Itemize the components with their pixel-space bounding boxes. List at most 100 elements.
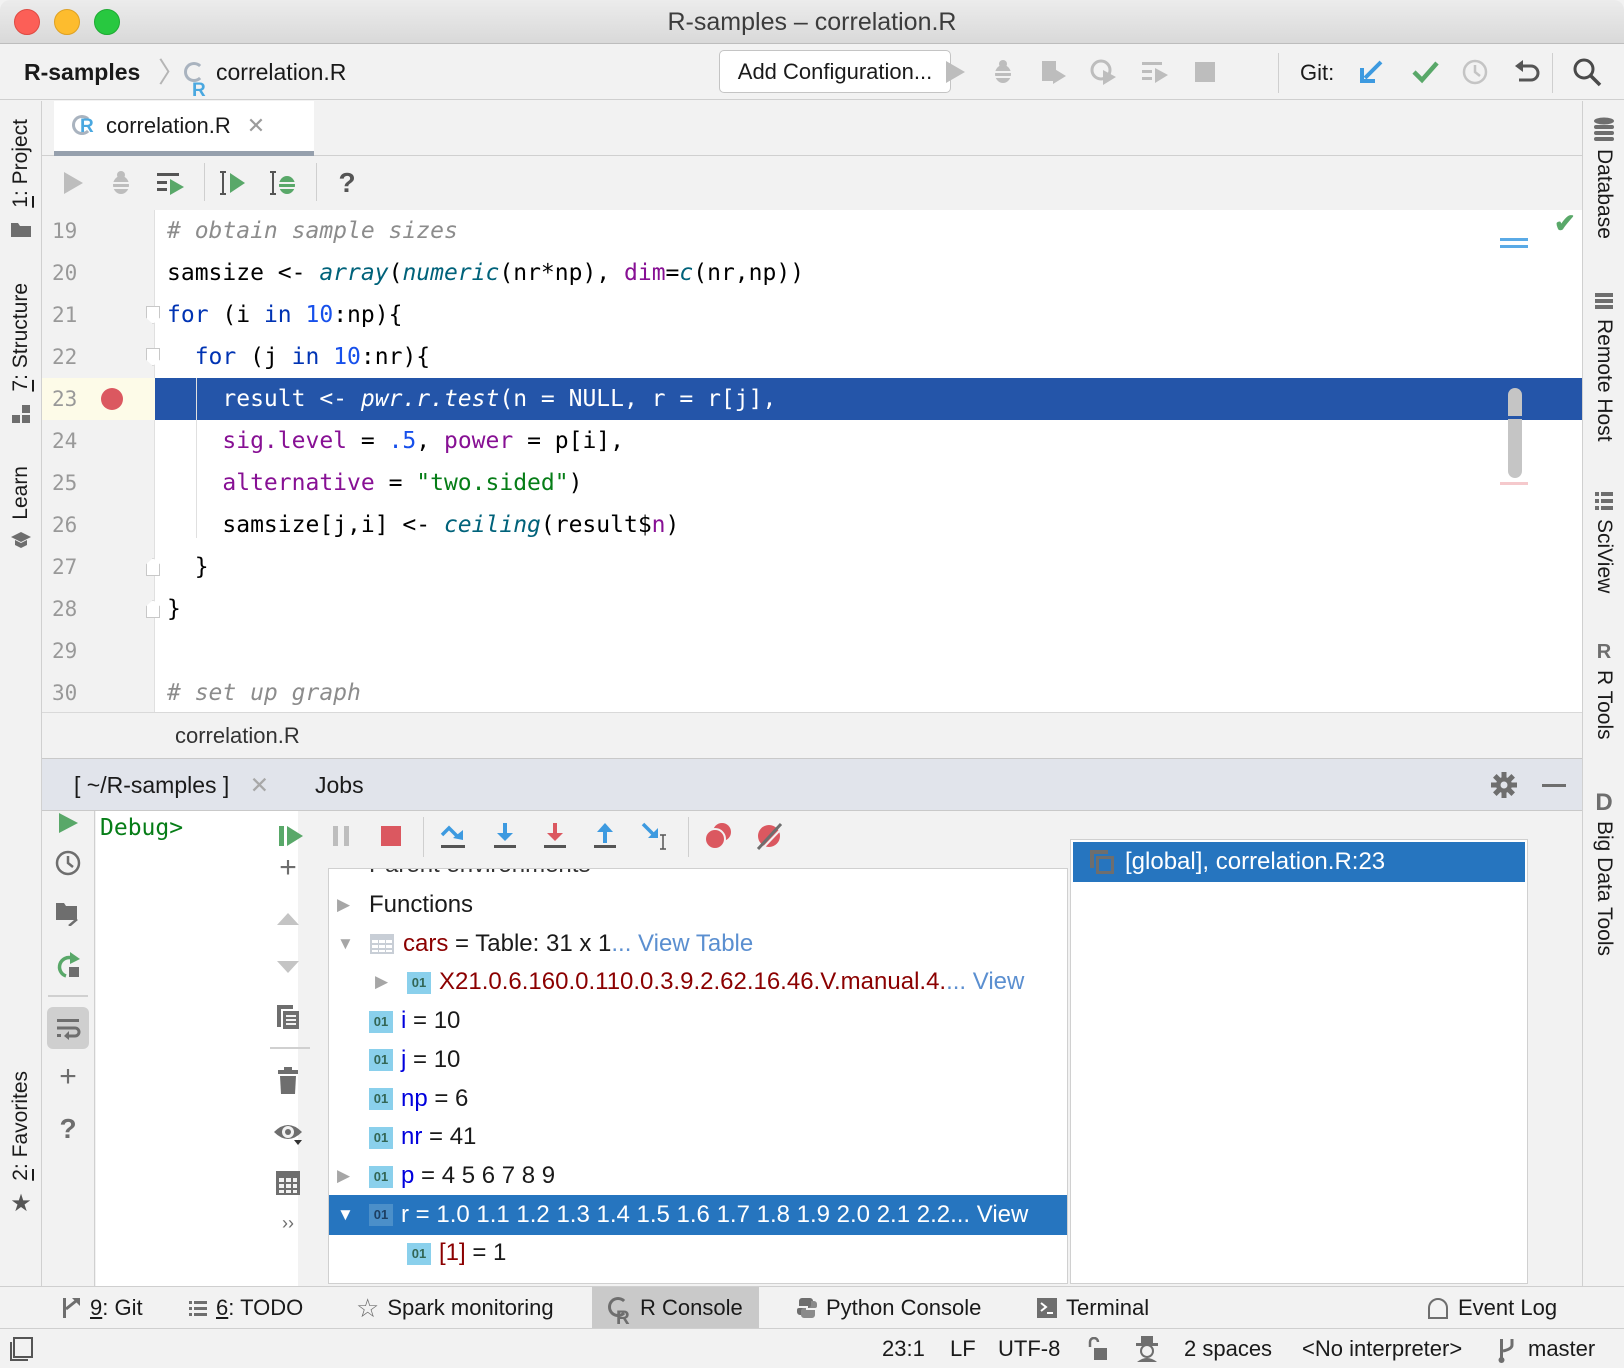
debug-to-cursor-icon[interactable]: [266, 166, 300, 200]
inspection-ok-icon[interactable]: ✔: [1554, 210, 1576, 239]
view-link[interactable]: ... View: [950, 1201, 1028, 1228]
tool-tab-spark-monitoring[interactable]: ☆ Spark monitoring: [356, 1287, 554, 1329]
tool-tab-structure[interactable]: 7: Structure: [0, 283, 42, 424]
run-file-icon[interactable]: [56, 166, 90, 200]
variable-row[interactable]: 01 nr = 41: [329, 1117, 1067, 1157]
history-icon[interactable]: [48, 843, 88, 883]
code-line[interactable]: 20 samsize <- array(numeric(nr*np), dim=c…: [42, 252, 1582, 294]
editor-breadcrumb[interactable]: correlation.R: [42, 712, 1582, 757]
line-number[interactable]: 28: [52, 588, 77, 630]
search-icon[interactable]: [1570, 55, 1604, 89]
code-line[interactable]: 27 }: [42, 546, 1582, 588]
read-only-lock-icon[interactable]: [1086, 1336, 1108, 1366]
variable-row[interactable]: ▶ 01 p = 4 5 6 7 8 9: [329, 1156, 1067, 1196]
profile-icon[interactable]: [1086, 55, 1120, 89]
move-up-icon[interactable]: [268, 899, 308, 939]
tool-tab-big-data-tools[interactable]: D Big Data Tools: [1583, 789, 1624, 956]
table-view-icon[interactable]: [268, 1163, 308, 1203]
coverage-icon[interactable]: [1036, 55, 1070, 89]
code-line[interactable]: 21 for (i in 10:np){: [42, 294, 1582, 336]
run-lines-icon[interactable]: [1138, 55, 1172, 89]
view-breakpoints-icon[interactable]: [702, 819, 736, 853]
caret-position[interactable]: 23:1: [882, 1329, 925, 1368]
tool-tab-learn[interactable]: Learn: [0, 466, 42, 550]
tool-tab-event-log[interactable]: Event Log: [1426, 1287, 1557, 1329]
help-icon[interactable]: ?: [48, 1109, 88, 1149]
move-down-icon[interactable]: [268, 947, 308, 987]
line-number[interactable]: 20: [52, 252, 77, 294]
minimize-window-button[interactable]: [54, 9, 80, 35]
new-watch-icon[interactable]: +: [268, 848, 308, 888]
pause-icon[interactable]: [324, 819, 358, 853]
tool-tab-favorites[interactable]: 2: Favorites ★: [0, 1071, 42, 1218]
code-line[interactable]: 26 samsize[j,i] <- ceiling(result$n): [42, 504, 1582, 546]
tool-tab-todo[interactable]: 6: TODO: [188, 1287, 303, 1329]
git-history-icon[interactable]: [1458, 55, 1492, 89]
copy-icon[interactable]: [268, 997, 308, 1037]
mute-breakpoints-icon[interactable]: [752, 819, 786, 853]
frame-item[interactable]: [global], correlation.R:23: [1073, 842, 1525, 882]
variable-row[interactable]: 01 j = 10: [329, 1040, 1067, 1080]
line-number[interactable]: 23: [52, 378, 77, 420]
variable-row[interactable]: ▼ 01 r = 1.0 1.1 1.2 1.3 1.4 1.5 1.6 1.7 1…: [329, 1194, 1067, 1235]
close-window-button[interactable]: [14, 9, 40, 35]
line-number[interactable]: 27: [52, 546, 77, 588]
git-branch[interactable]: master: [1528, 1329, 1595, 1368]
run-selection-icon[interactable]: [154, 166, 188, 200]
git-rollback-icon[interactable]: [1510, 55, 1544, 89]
force-step-into-icon[interactable]: [538, 819, 572, 853]
variable-row[interactable]: 01 i = 10: [329, 1001, 1067, 1041]
tool-tab-sciview[interactable]: SciView: [1583, 491, 1624, 593]
more-icon[interactable]: ››: [268, 1203, 308, 1243]
stop-icon[interactable]: [1188, 55, 1222, 89]
variable-row[interactable]: ▼ cars = Table: 31 x 1... View Table: [329, 924, 1067, 964]
line-number[interactable]: 21: [52, 294, 77, 336]
stop-debug-icon[interactable]: [374, 819, 408, 853]
minimize-panel-icon[interactable]: [1542, 784, 1566, 787]
tool-tab-python-console[interactable]: Python Console: [796, 1287, 981, 1329]
run-to-cursor-icon[interactable]: [216, 166, 250, 200]
variable-row[interactable]: ▶ 01 X21.0.6.160.0.110.0.3.9.2.62.16.46.V.…: [329, 962, 1067, 1002]
toggle-tool-windows-icon[interactable]: [10, 1337, 34, 1366]
line-number[interactable]: 22: [52, 336, 77, 378]
fold-collapse-icon[interactable]: [146, 348, 160, 366]
inspector-hat-icon[interactable]: [1134, 1335, 1160, 1368]
run-icon[interactable]: [938, 55, 972, 89]
frames-list[interactable]: [global], correlation.R:23: [1070, 839, 1528, 1284]
editor-tab-correlation[interactable]: R correlation.R ✕: [54, 101, 314, 156]
line-number[interactable]: 24: [52, 420, 77, 462]
tool-tab-r-tools[interactable]: R R Tools: [1583, 641, 1624, 740]
variables-tree[interactable]: Parent environments ▶ Functions ▼ cars = Ta…: [328, 868, 1068, 1284]
collapse-arrow-icon[interactable]: ▼: [337, 1195, 354, 1235]
breadcrumb-project[interactable]: R-samples: [24, 45, 140, 100]
file-encoding[interactable]: UTF-8: [998, 1329, 1060, 1368]
line-number[interactable]: 26: [52, 504, 77, 546]
close-tab-icon[interactable]: ✕: [247, 113, 265, 139]
fold-end-icon[interactable]: [146, 600, 160, 618]
editor-scrollbar-thumb[interactable]: [1508, 388, 1522, 478]
tool-tab-terminal[interactable]: Terminal: [1036, 1287, 1149, 1329]
code-line[interactable]: 23 result <- pwr.r.test(n = NULL, r = r[…: [42, 378, 1582, 420]
tool-tab-git[interactable]: 9: Git: [62, 1287, 143, 1329]
help-icon[interactable]: ?: [330, 166, 364, 200]
step-out-icon[interactable]: [588, 819, 622, 853]
code-line[interactable]: 19 # obtain sample sizes: [42, 210, 1582, 252]
tool-tab-project[interactable]: 1: Project: [0, 119, 42, 238]
collapse-arrow-icon[interactable]: ▼: [337, 924, 354, 964]
breadcrumb-file[interactable]: R correlation.R: [184, 45, 346, 101]
delete-icon[interactable]: [268, 1061, 308, 1101]
fold-collapse-icon[interactable]: [146, 306, 160, 324]
code-line[interactable]: 30 # set up graph: [42, 672, 1582, 712]
restart-icon[interactable]: [48, 945, 88, 985]
indent-setting[interactable]: 2 spaces: [1184, 1329, 1272, 1368]
view-link[interactable]: ... View Table: [611, 930, 753, 957]
code-line[interactable]: 25 alternative = "two.sided"): [42, 462, 1582, 504]
add-icon[interactable]: +: [48, 1057, 88, 1097]
run-to-cursor-debug-icon[interactable]: [638, 819, 672, 853]
expand-arrow-icon[interactable]: ▶: [337, 885, 350, 925]
add-configuration-button[interactable]: Add Configuration...: [719, 50, 951, 93]
code-editor[interactable]: 19 # obtain sample sizes 20 samsize <- arra…: [42, 210, 1582, 712]
debug-file-icon[interactable]: [104, 166, 138, 200]
git-commit-icon[interactable]: [1408, 55, 1442, 89]
close-tab-icon[interactable]: ✕: [250, 772, 269, 798]
